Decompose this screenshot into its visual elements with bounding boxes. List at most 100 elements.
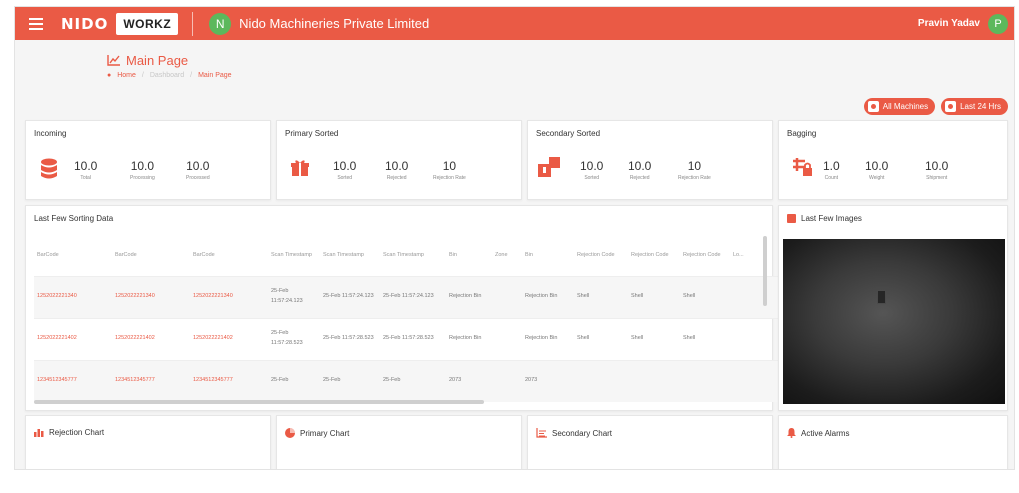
stat-processing: 10.0 Processing [130,159,155,181]
stat-total: 10.0 Total [74,159,98,181]
table-row[interactable]: 1252022221340 1252022221340 125202222134… [34,276,782,319]
bag-label [877,290,886,304]
active-alarms-card: Active Alarms [778,415,1008,469]
rejection-code-cell: Shell [680,318,730,361]
sorting-data-card: Last Few Sorting Data BarCode BarCode Ba… [25,205,782,411]
col-header[interactable]: Rejection Code [680,236,730,277]
stat-rejected: 10.0 Rejected [385,159,409,181]
table-container[interactable]: BarCode BarCode BarCode Scan Timestamp S… [34,236,782,402]
user-avatar[interactable]: P [988,13,1008,34]
stat-shipment: 10.0 Shipment [925,159,949,181]
bell-icon [787,428,796,438]
col-header[interactable]: Scan Timestamp [380,236,446,277]
secondary-sorted-card: Secondary Sorted 10.0 Sorted 10.0 Rejected… [527,120,773,200]
app-frame: NIDO WORKZ N Nido Machineries Private Li… [14,6,1015,470]
breadcrumb-separator: / [190,72,193,79]
divider [192,11,194,36]
timestamp-cell: 25-Feb 11:57:24.123 [320,276,380,319]
primary-chart-title: Primary Chart [285,428,349,438]
user-name[interactable]: Pravin Yadav [918,18,980,29]
page-title: Main Page [107,53,188,68]
card-title: Incoming [34,129,67,138]
col-header[interactable]: Scan Timestamp [320,236,380,277]
menu-icon[interactable] [29,17,43,30]
company-name: Nido Machineries Private Limited [239,16,430,31]
bar-chart-icon [34,429,44,437]
chart-line-icon [107,55,120,66]
rejection-chart-label: Rejection Chart [49,428,105,437]
timestamp-cell: 25-Feb 11:57:28.523 [320,318,380,361]
barcode-cell: 1252022221340 [190,276,268,319]
col-header[interactable]: Scan Timestamp [268,236,320,277]
all-machines-button[interactable]: All Machines [863,98,936,115]
calendar-icon [945,101,957,112]
col-header[interactable]: Rejection Code [574,236,628,277]
captured-image[interactable] [783,239,1005,404]
brand-workz: WORKZ [116,12,179,35]
timestamp-cell: 25-Feb [320,360,380,402]
home-icon[interactable]: ● [107,72,111,79]
card-title: Primary Sorted [285,129,339,138]
barcode-cell: 1252022221340 [112,276,190,319]
pie-chart-icon [285,428,295,438]
card-title: Secondary Sorted [536,129,601,138]
rejection-code-cell [680,360,730,402]
rejection-code-cell: Shell [628,276,680,319]
timestamp-cell: 25-Feb 11:57:24.123 [268,276,320,319]
active-alarms-label: Active Alarms [801,428,850,438]
rejection-code-cell: Shell [680,276,730,319]
barcode-cell: 1234512345777 [112,360,190,402]
time-range-button[interactable]: Last 24 Hrs [941,98,1008,115]
bin-cell: 2073 [446,360,492,402]
col-header[interactable]: BarCode [112,236,190,277]
breadcrumb: ● Home / Dashboard / Main Page [107,72,232,79]
rejection-code-cell [574,360,628,402]
col-header[interactable]: Bin [522,236,574,277]
images-card: Last Few Images [778,205,1008,411]
primary-sorted-card: Primary Sorted 10.0 Sorted 10.0 Rejected 1… [276,120,522,200]
company-avatar[interactable]: N [209,12,232,35]
breadcrumb-separator: / [141,72,144,79]
boxes-icon [538,157,560,177]
page-title-text: Main Page [126,53,189,68]
secondary-chart-card: Secondary Chart [527,415,773,469]
secondary-chart-label: Secondary Chart [552,428,613,438]
bin-cell: Rejection Bin [522,276,574,319]
col-header[interactable]: Bin [446,236,492,277]
stat-rejection-rate: 10 Rejection Rate [678,159,711,181]
rejection-code-cell: Shell [574,318,628,361]
gift-icon [291,160,309,176]
table-row[interactable]: 1234512345777 1234512345777 123451234577… [34,360,782,402]
extra-cell [730,360,782,402]
vertical-scrollbar[interactable] [763,236,767,306]
zone-cell [492,360,522,402]
bin-cell: Rejection Bin [446,276,492,319]
horizontal-scrollbar[interactable] [34,400,484,404]
card-title: Last Few Sorting Data [34,214,114,223]
timestamp-cell: 25-Feb 11:57:28.523 [268,318,320,361]
col-header[interactable]: Lo... [730,236,782,277]
stat-rejection-rate: 10 Rejection Rate [433,159,466,181]
machine-icon [867,101,879,112]
card-title: Bagging [787,129,817,138]
breadcrumb-home[interactable]: Home [117,72,136,79]
sorting-table: BarCode BarCode BarCode Scan Timestamp S… [34,236,782,402]
col-header[interactable]: BarCode [34,236,112,277]
stat-sorted: 10.0 Sorted [580,159,604,181]
filter-buttons: All Machines Last 24 Hrs [863,98,1008,115]
table-row[interactable]: 1252022221402 1252022221402 125202222140… [34,318,782,361]
bin-cell: Rejection Bin [522,318,574,361]
zone-cell [492,276,522,319]
breadcrumb-dashboard[interactable]: Dashboard [150,72,184,79]
table-header-row: BarCode BarCode BarCode Scan Timestamp S… [34,236,782,277]
col-header[interactable]: Zone [492,236,522,277]
col-header[interactable]: Rejection Code [628,236,680,277]
col-header[interactable]: BarCode [190,236,268,277]
stat-count: 1.0 Count [823,159,840,181]
bagging-card: Bagging 1.0 Count 10.0 Weight 10.0 Shipment [778,120,1008,200]
scale-lock-icon [793,158,812,176]
primary-chart-card: Primary Chart [276,415,522,469]
barcode-cell: 1252022221402 [112,318,190,361]
rejection-chart-title: Rejection Chart [34,428,104,437]
breadcrumb-current: Main Page [198,72,232,79]
